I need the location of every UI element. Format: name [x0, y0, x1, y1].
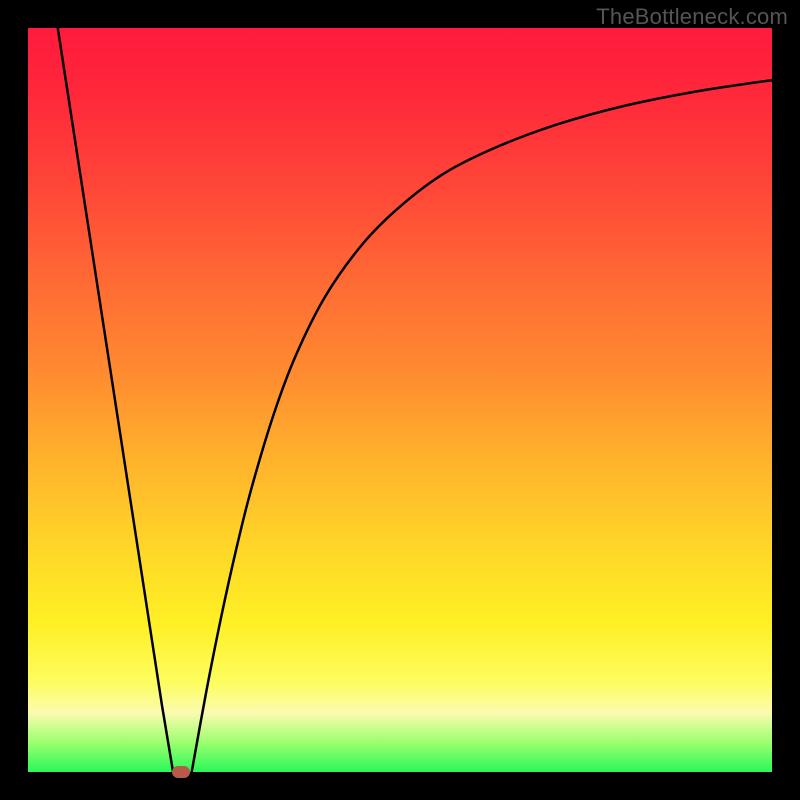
watermark-text: TheBottleneck.com — [596, 4, 788, 30]
curve-layer — [28, 28, 772, 772]
bottleneck-curve-right — [192, 80, 772, 772]
bottleneck-curve-left — [58, 28, 173, 772]
plot-gradient-area — [28, 28, 772, 772]
bottleneck-chart: TheBottleneck.com — [0, 0, 800, 800]
optimal-marker — [172, 766, 190, 778]
